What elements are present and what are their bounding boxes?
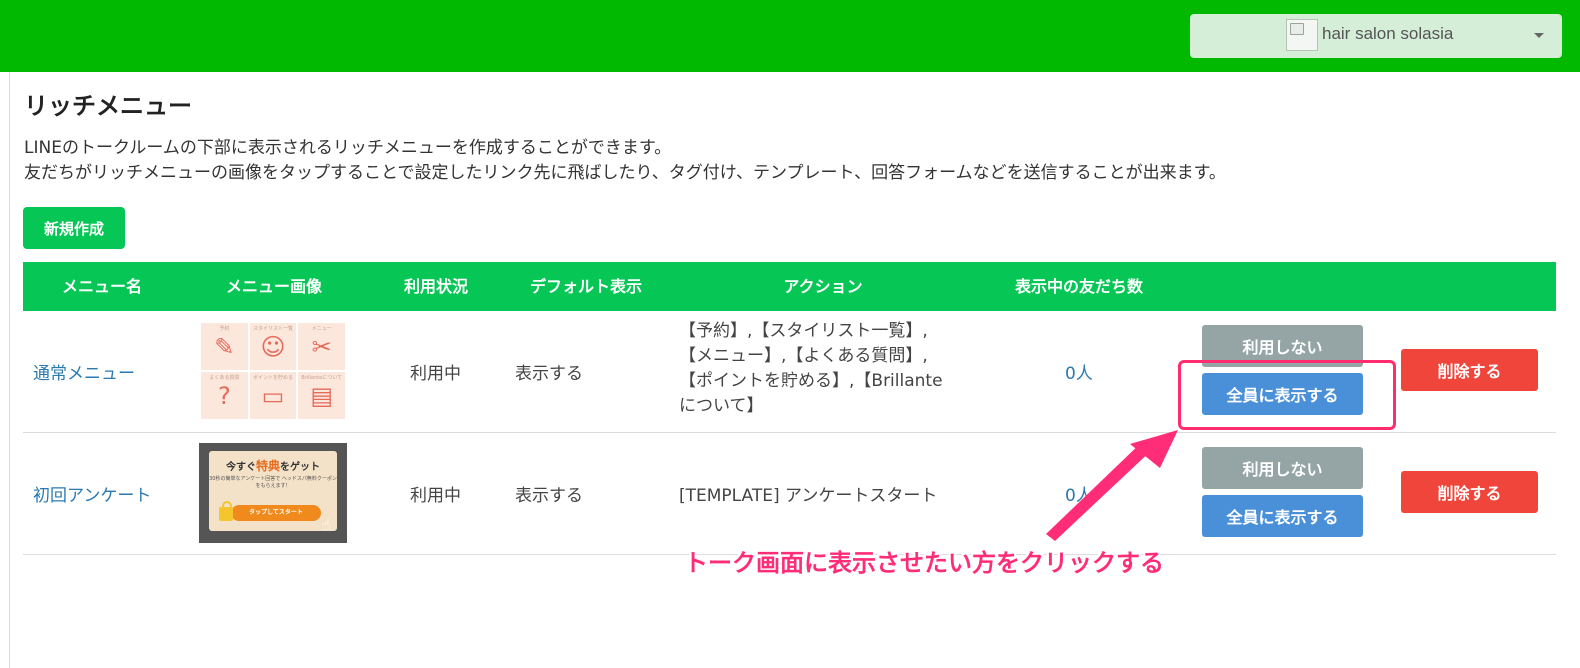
account-selector[interactable]: hair salon solasia [1190, 14, 1562, 58]
menu-tile-points: ポイントを貯める ▭ [249, 372, 297, 419]
description-line-1: LINEのトークルームの下部に表示されるリッチメニューを作成することができます。 [24, 138, 672, 158]
menu-name-link[interactable]: 初回アンケート [33, 481, 151, 506]
annotation-text: トーク画面に表示させたい方をクリックする [684, 549, 1164, 577]
status-text: 利用中 [410, 486, 461, 506]
annotation-highlight-box [1178, 360, 1396, 430]
default-display-text: 表示する [515, 364, 583, 384]
menu-tile-menu: メニュー ✂ [298, 323, 345, 370]
rich-menu-image: 予約 ✎ スタイリスト一覧 ☺ メニュー ✂ よくある質問? ポイントを貯める ▭ Br… [201, 323, 345, 419]
banner-start-button: タップしてスタート [231, 505, 321, 521]
scissors-icon: ✂ [311, 332, 332, 361]
sidebar-edge [0, 72, 10, 668]
action-text: [TEMPLATE] アンケートスタート [679, 486, 938, 506]
column-header-friends-count: 表示中の友だち数 [1014, 277, 1143, 296]
action-text: 【予約】,【スタイリスト一覧】, 【メニュー】,【よくある質問】, 【ポイントを… [679, 321, 943, 416]
table-row: 初回アンケート 今すぐ特典をゲット 30秒の簡単なアンケート回答で ヘッドスパ無… [23, 433, 1556, 555]
chevron-down-icon [1534, 33, 1544, 38]
menu-tile-reservation: 予約 ✎ [201, 323, 248, 370]
banner-subtext: 30秒の簡単なアンケート回答で ヘッドスパ無料クーポンをもらえます！ [209, 476, 337, 489]
column-header-menu-name: メニュー名 [61, 277, 142, 296]
survey-banner: 今すぐ特典をゲット 30秒の簡単なアンケート回答で ヘッドスパ無料クーポンをもら… [209, 451, 337, 534]
document-icon: ▤ [310, 381, 333, 410]
description-line-2: 友だちがリッチメニューの画像をタップすることで設定したリンク先に飛ばしたり、タグ… [24, 163, 1226, 183]
friends-count: 0人 [1065, 486, 1093, 506]
question-icon: ? [217, 381, 231, 410]
table-header: メニュー名 メニュー画像 利用状況 デフォルト表示 アクション 表示中の友だち数 [23, 262, 1556, 311]
page-description: LINEのトークルームの下部に表示されるリッチメニューを作成することができます。… [24, 136, 1524, 186]
reservation-icon: ✎ [214, 332, 235, 361]
column-header-status: 利用状況 [403, 277, 468, 296]
account-name: hair salon solasia [1322, 24, 1454, 43]
top-header-bar: hair salon solasia [0, 0, 1580, 72]
hand-pointer-icon: ☝ [321, 515, 331, 534]
new-create-button[interactable]: 新規作成 [23, 207, 125, 249]
menu-tile-stylist: スタイリスト一覧 ☺ [249, 323, 297, 370]
rich-menu-image: 今すぐ特典をゲット 30秒の簡単なアンケート回答で ヘッドスパ無料クーポンをもら… [199, 443, 347, 543]
friends-count: 0人 [1065, 364, 1093, 384]
stylist-icon: ☺ [260, 332, 286, 361]
column-header-menu-image: メニュー画像 [225, 277, 322, 296]
page-title: リッチメニュー [24, 92, 192, 120]
show-to-all-button[interactable]: 全員に表示する [1202, 495, 1363, 537]
menu-tile-faq: よくある質問? [201, 372, 248, 419]
delete-button[interactable]: 削除する [1401, 471, 1538, 513]
column-header-default-display: デフォルト表示 [529, 277, 642, 296]
column-header-action: アクション [783, 277, 863, 296]
unuse-button[interactable]: 利用しない [1202, 447, 1363, 489]
banner-headline: 今すぐ特典をゲット [225, 459, 320, 473]
menu-name-link[interactable]: 通常メニュー [33, 359, 135, 384]
status-text: 利用中 [410, 364, 461, 384]
delete-button[interactable]: 削除する [1401, 349, 1538, 391]
menu-tile-about: Brillanteについて ▤ [298, 372, 345, 419]
lock-icon [219, 501, 233, 521]
default-display-text: 表示する [515, 486, 583, 506]
account-avatar-image [1286, 19, 1318, 51]
point-card-icon: ▭ [261, 381, 285, 410]
